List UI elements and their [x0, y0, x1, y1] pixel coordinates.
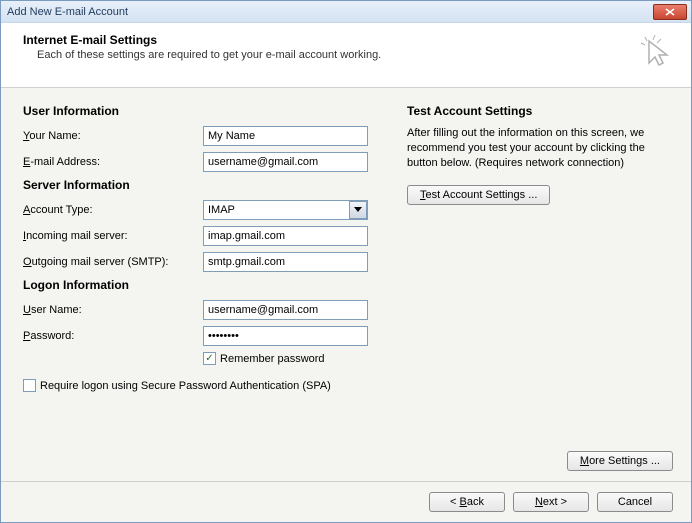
test-account-button[interactable]: Test Account Settings ... [407, 185, 550, 205]
window-title: Add New E-mail Account [7, 6, 653, 18]
row-account-type: Account Type: [23, 200, 383, 220]
cursor-icon [635, 33, 675, 73]
username-input[interactable] [203, 300, 368, 320]
label-account-type: Account Type: [23, 204, 203, 216]
section-test: Test Account Settings [407, 104, 673, 118]
label-email: E-mail Address: [23, 156, 203, 168]
close-button[interactable] [653, 4, 687, 20]
footer: < Back Next > Cancel [1, 481, 691, 522]
account-type-value[interactable] [203, 200, 368, 220]
label-spa: Require logon using Secure Password Auth… [40, 380, 331, 392]
label-remember: Remember password [220, 353, 325, 365]
incoming-server-input[interactable] [203, 226, 368, 246]
header-text: Internet E-mail Settings Each of these s… [23, 33, 635, 61]
test-description: After filling out the information on thi… [407, 126, 673, 171]
titlebar: Add New E-mail Account [1, 1, 691, 23]
label-your-name: Your Name: [23, 130, 203, 142]
row-spa: Require logon using Secure Password Auth… [23, 379, 383, 392]
cancel-button[interactable]: Cancel [597, 492, 673, 512]
password-input[interactable] [203, 326, 368, 346]
right-column: Test Account Settings After filling out … [407, 104, 673, 471]
row-incoming: Incoming mail server: [23, 226, 383, 246]
label-username: User Name: [23, 304, 203, 316]
spa-checkbox[interactable] [23, 379, 36, 392]
header-title: Internet E-mail Settings [23, 33, 635, 47]
back-button[interactable]: < Back [429, 492, 505, 512]
label-outgoing: Outgoing mail server (SMTP): [23, 256, 203, 268]
row-password: Password: [23, 326, 383, 346]
your-name-input[interactable] [203, 126, 368, 146]
row-your-name: Your Name: [23, 126, 383, 146]
content-area: User Information Your Name: E-mail Addre… [1, 88, 691, 481]
section-server-info: Server Information [23, 178, 383, 192]
remember-password-checkbox[interactable]: ✓ [203, 352, 216, 365]
account-type-select[interactable] [203, 200, 368, 220]
email-input[interactable] [203, 152, 368, 172]
outgoing-server-input[interactable] [203, 252, 368, 272]
header-subtitle: Each of these settings are required to g… [23, 49, 635, 61]
next-button[interactable]: Next > [513, 492, 589, 512]
chevron-down-icon [354, 207, 362, 213]
label-incoming: Incoming mail server: [23, 230, 203, 242]
section-logon-info: Logon Information [23, 278, 383, 292]
close-icon [665, 8, 675, 16]
dialog-window: Add New E-mail Account Internet E-mail S… [0, 0, 692, 523]
section-user-info: User Information [23, 104, 383, 118]
row-remember: ✓ Remember password [203, 352, 383, 365]
header: Internet E-mail Settings Each of these s… [1, 23, 691, 88]
left-column: User Information Your Name: E-mail Addre… [23, 104, 383, 471]
more-settings-button[interactable]: More Settings ... [567, 451, 673, 471]
dropdown-button[interactable] [349, 201, 367, 219]
row-email: E-mail Address: [23, 152, 383, 172]
label-password: Password: [23, 330, 203, 342]
row-username: User Name: [23, 300, 383, 320]
row-outgoing: Outgoing mail server (SMTP): [23, 252, 383, 272]
